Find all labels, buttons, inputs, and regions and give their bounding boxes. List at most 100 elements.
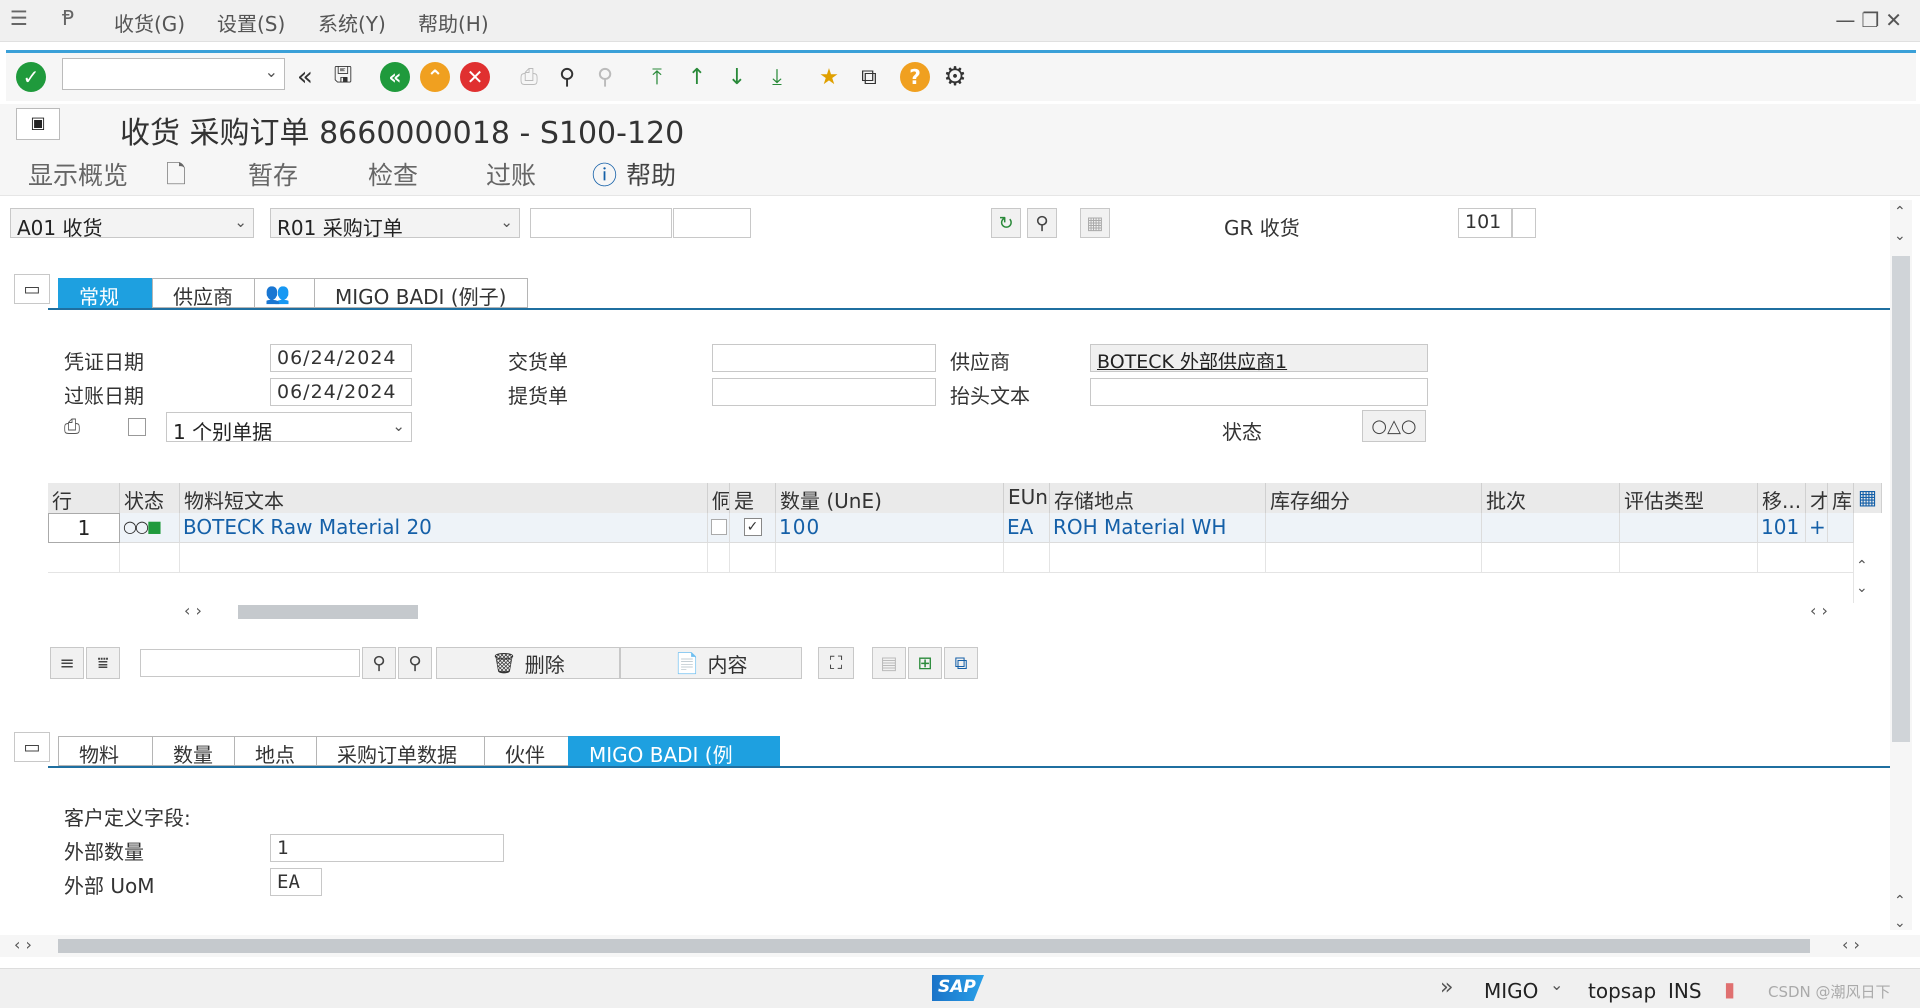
chevron-down-icon[interactable]: ⌄ xyxy=(1550,975,1563,994)
menu-system[interactable]: 系统(Y) xyxy=(318,8,386,37)
screen-menu-icon[interactable]: ▣ xyxy=(16,108,60,140)
tab-general[interactable]: 常规 xyxy=(58,278,152,309)
find-next-icon[interactable]: ⚲ xyxy=(590,62,620,92)
select-all-icon[interactable]: ≡ xyxy=(50,647,84,679)
collapse-header-icon[interactable]: ▭ xyxy=(14,274,50,304)
grid-hscroll-thumb[interactable] xyxy=(238,605,418,619)
grid-vscroll-icon[interactable]: ⌃ ⌄ xyxy=(1856,555,1868,599)
print-checkbox[interactable] xyxy=(128,418,146,436)
tab-po-data[interactable]: 采购订单数据 xyxy=(316,736,484,767)
col-status[interactable]: 状态 xyxy=(120,483,180,513)
row-d[interactable]: + xyxy=(1806,513,1828,543)
row-sloc[interactable]: ROH Material WH xyxy=(1050,513,1266,543)
execute-icon[interactable]: ↻ xyxy=(991,208,1021,238)
session-icon[interactable]: ⧉ xyxy=(854,62,884,92)
row-quantity[interactable]: 100 xyxy=(776,513,1004,543)
calc-icon[interactable]: ▦ xyxy=(1080,208,1110,238)
contents-button[interactable]: 📄 内容 xyxy=(620,647,802,679)
new-doc-icon[interactable]: 🗋 xyxy=(166,156,186,199)
vertical-scrollbar[interactable]: ⌃ ⌄ ⌃ ⌄ xyxy=(1890,200,1912,931)
row-batch[interactable] xyxy=(1482,513,1620,543)
col-stock[interactable]: 库 xyxy=(1828,483,1854,513)
movement-type-field[interactable]: 101 xyxy=(1458,208,1512,238)
back-double-icon[interactable]: « xyxy=(290,62,320,92)
print-icon[interactable]: ⎙ xyxy=(514,62,544,92)
movement-type-ind[interactable] xyxy=(1512,208,1536,238)
row-ok-checkbox[interactable]: ✓ xyxy=(730,513,776,543)
tab-migo-badi-detail[interactable]: MIGO BADI (例子) xyxy=(568,736,780,796)
row-movement[interactable]: 101 xyxy=(1758,513,1806,543)
status-tcode[interactable]: MIGO xyxy=(1484,979,1538,1003)
find-icon[interactable]: ⚲ xyxy=(552,62,582,92)
transaction-select[interactable]: A01 收货 ⌄ xyxy=(10,208,254,240)
horizontal-scrollbar[interactable]: ‹ › ‹ › xyxy=(0,935,1920,957)
col-ok[interactable]: 是 xyxy=(730,483,776,513)
exit-icon[interactable]: ⌃ xyxy=(420,62,450,92)
tab-material[interactable]: 物料 xyxy=(58,736,152,767)
row-valuation[interactable] xyxy=(1620,513,1758,543)
filter-icon[interactable]: ⩸ xyxy=(86,647,120,679)
col-valuation[interactable]: 评估类型 xyxy=(1620,483,1758,513)
next-page-icon[interactable]: ↓ xyxy=(722,62,752,92)
col-marker[interactable]: 侗 xyxy=(708,483,730,513)
collapse-detail-icon[interactable]: ▭ xyxy=(14,732,50,762)
col-short-text[interactable]: 物料短文本 xyxy=(180,483,708,513)
expand-status-icon[interactable]: » xyxy=(1440,975,1453,1000)
search-icon[interactable]: ⚲ xyxy=(1027,208,1057,238)
hscroll-left-icon[interactable]: ‹ › xyxy=(14,935,32,954)
row-stock[interactable] xyxy=(1828,513,1854,543)
col-d[interactable]: 才 xyxy=(1806,483,1828,513)
overview-button[interactable]: 显示概览 xyxy=(28,156,128,192)
col-uom[interactable]: EUn xyxy=(1004,483,1050,513)
print-option-select[interactable]: 1 个别单据 ⌄ xyxy=(166,412,412,444)
post-button[interactable]: 过账 xyxy=(486,156,536,192)
bookmark-icon[interactable]: ★ xyxy=(814,62,844,92)
fullscreen-icon[interactable]: ⛶ xyxy=(818,647,854,679)
chevron-down-icon[interactable]: ⌄ xyxy=(265,62,278,81)
tab-partners-icon[interactable]: 👥 xyxy=(254,278,314,308)
scroll-right-icon[interactable]: ‹ › xyxy=(1810,601,1828,620)
tab-partner[interactable]: 伙伴 xyxy=(484,736,568,767)
last-page-icon[interactable]: ⤓ xyxy=(762,62,792,92)
row-marker-checkbox[interactable] xyxy=(708,513,730,543)
row-short-text[interactable]: BOTECK Raw Material 20 xyxy=(180,513,708,543)
doc-icon[interactable]: ▤ xyxy=(872,647,906,679)
menu-help[interactable]: 帮助(H) xyxy=(418,8,489,37)
traffic-light-icon[interactable]: ○△○ xyxy=(1362,410,1426,442)
reference-select[interactable]: R01 采购订单 ⌄ xyxy=(270,208,520,240)
add-row-icon[interactable]: ⊞ xyxy=(908,647,942,679)
settings-gear-icon[interactable]: ⚙ xyxy=(940,62,970,92)
ext-uom-field[interactable]: EA xyxy=(270,868,322,896)
menu-settings[interactable]: 设置(S) xyxy=(217,8,285,37)
command-field[interactable]: ⌄ xyxy=(62,58,285,90)
sap-p-icon[interactable]: Ᵽ xyxy=(62,6,74,30)
grid-find-next-icon[interactable]: ⚲ xyxy=(398,647,432,679)
col-sloc[interactable]: 存储地点 xyxy=(1050,483,1266,513)
prev-page-icon[interactable]: ↑ xyxy=(682,62,712,92)
save-icon[interactable]: 🖫 xyxy=(328,62,358,92)
scroll-up-icon[interactable]: ⌃ ⌄ xyxy=(1894,200,1906,248)
printer-icon[interactable]: ⎙ xyxy=(64,414,80,438)
vscroll-thumb[interactable] xyxy=(1892,256,1910,742)
col-quantity[interactable]: 数量 (UnE) xyxy=(776,483,1004,513)
tab-vendor[interactable]: 供应商 xyxy=(152,278,254,309)
first-page-icon[interactable]: ⤒ xyxy=(642,62,672,92)
col-batch[interactable]: 批次 xyxy=(1482,483,1620,513)
enter-icon[interactable]: ✓ xyxy=(16,62,46,92)
bill-of-lading-field[interactable] xyxy=(712,378,936,406)
help-icon[interactable]: ? xyxy=(900,62,930,92)
col-movement[interactable]: 移... xyxy=(1758,483,1806,513)
menu-icon[interactable]: ☰ xyxy=(10,6,28,30)
menu-receive[interactable]: 收货(G) xyxy=(114,8,185,37)
po-item-field[interactable] xyxy=(673,208,751,238)
grid-search-input[interactable] xyxy=(140,649,360,677)
back-icon[interactable]: « xyxy=(380,62,410,92)
row-uom[interactable]: EA xyxy=(1004,513,1050,543)
hold-button[interactable]: 暂存 xyxy=(248,156,298,192)
header-text-field[interactable] xyxy=(1090,378,1428,406)
cancel-icon[interactable]: ✕ xyxy=(460,62,490,92)
info-icon[interactable]: ⓘ xyxy=(592,156,617,192)
doc-date-field[interactable]: 06/24/2024 xyxy=(270,344,412,372)
tab-migo-badi[interactable]: MIGO BADI (例子) xyxy=(314,278,528,309)
col-line[interactable]: 行 xyxy=(48,483,120,513)
